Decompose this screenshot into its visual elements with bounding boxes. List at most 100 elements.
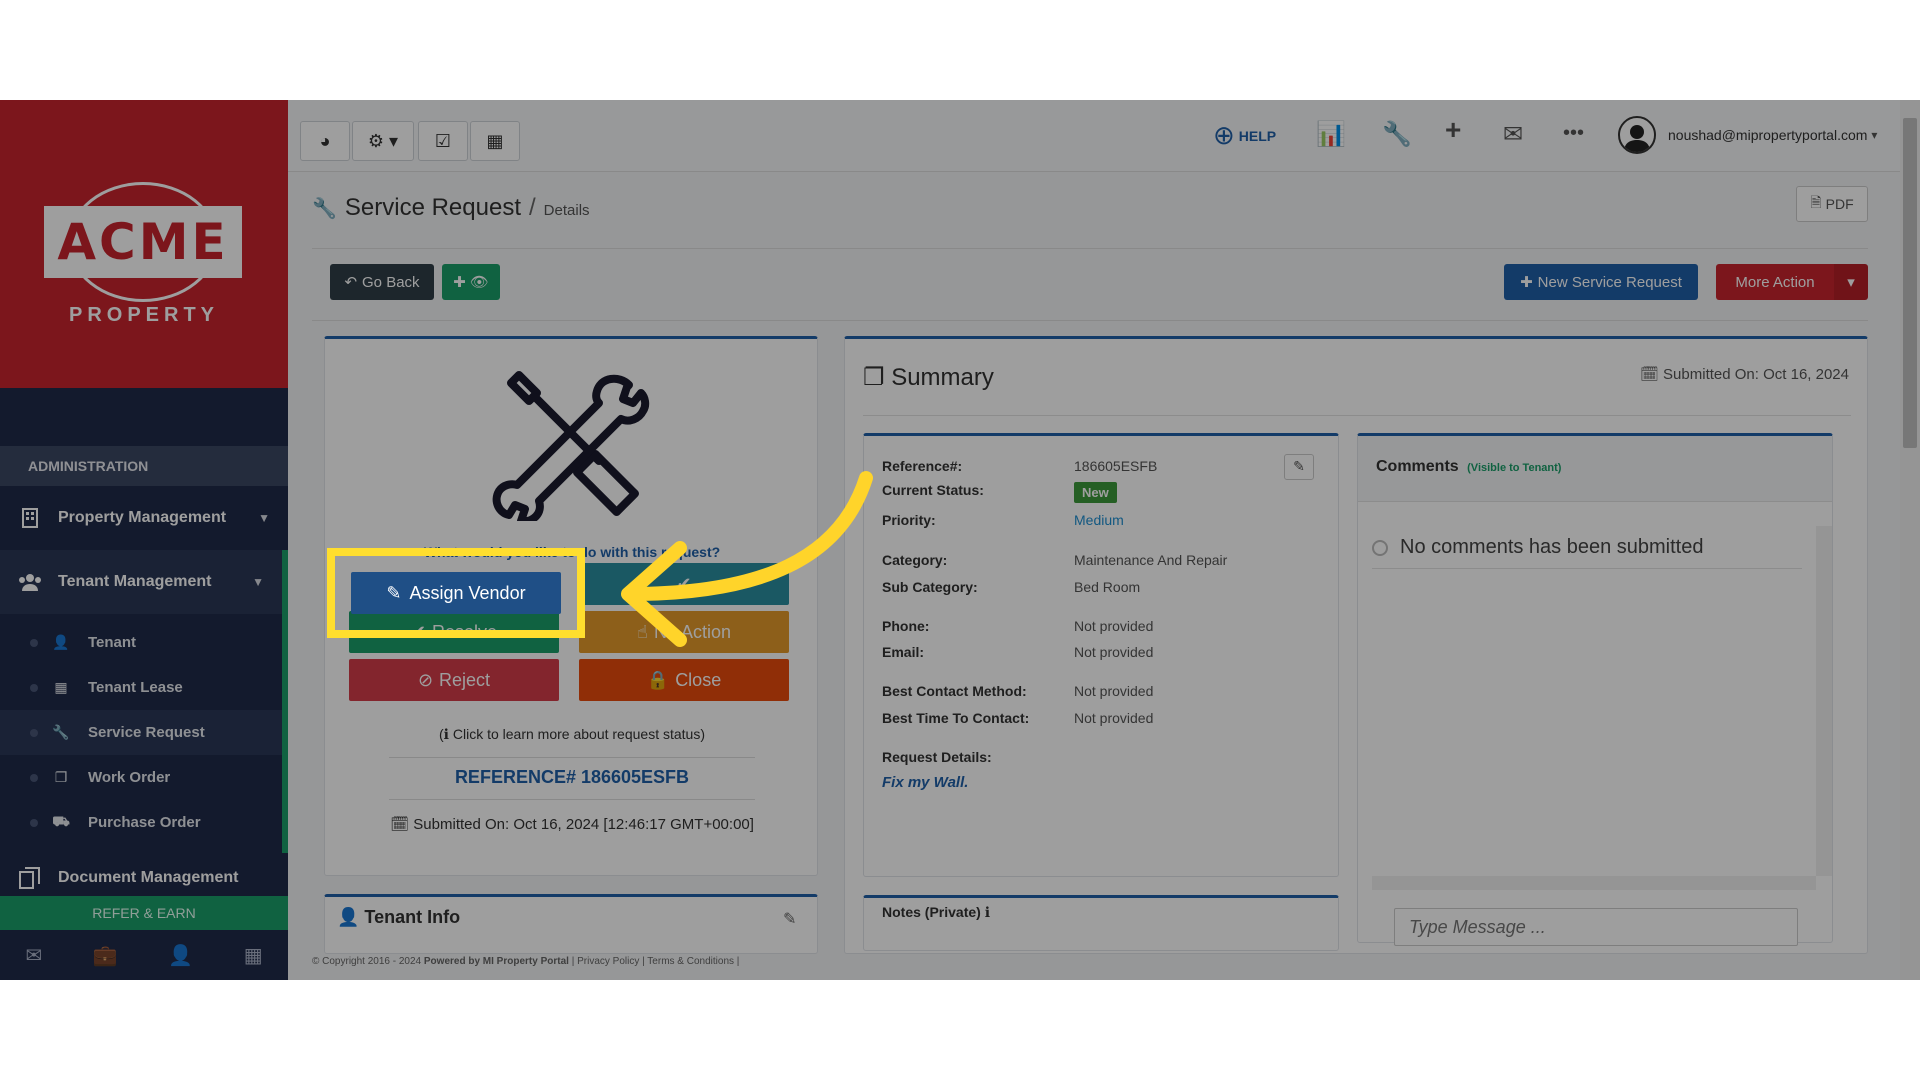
- footer-links[interactable]: | Privacy Policy | Terms & Conditions |: [572, 956, 740, 967]
- learn-more-link[interactable]: (ℹ Click to learn more about request sta…: [325, 726, 819, 743]
- notes-label: Notes (Private): [882, 904, 981, 920]
- check-icon: ✔: [676, 573, 692, 594]
- reject-label: Reject: [439, 669, 491, 690]
- copy-icon: ❐: [54, 769, 68, 785]
- comments-card: Comments (Visible to Tenant) No comments…: [1357, 433, 1833, 946]
- comment-message-input[interactable]: [1394, 908, 1798, 946]
- user-menu[interactable]: noushad@mipropertyportal.com ▾: [1618, 116, 1877, 154]
- sidebar-section-title: ADMINISTRATION: [0, 446, 288, 486]
- mail-icon[interactable]: ✉: [25, 943, 42, 968]
- pdf-button[interactable]: 🗎 PDF: [1796, 186, 1868, 222]
- request-details-text: Fix my Wall.: [882, 774, 969, 791]
- summary-label: Summary: [891, 364, 994, 391]
- comments-title: Comments (Visible to Tenant): [1376, 458, 1561, 476]
- close-label: Close: [675, 669, 722, 690]
- comments-hscrollbar[interactable]: [1372, 876, 1816, 890]
- messages-button[interactable]: ✉: [1503, 120, 1523, 149]
- refer-earn-button[interactable]: REFER & EARN: [0, 896, 288, 930]
- avatar: [1618, 116, 1656, 154]
- detail-value: Not provided: [1074, 644, 1154, 660]
- reject-button[interactable]: ⊘ Reject: [349, 659, 559, 701]
- bar-chart-icon: 📊: [1316, 121, 1346, 148]
- sidebar-item-work-order[interactable]: ❐ Work Order: [0, 755, 282, 800]
- detail-label: Reference#:: [882, 458, 963, 474]
- divider: [312, 248, 1868, 249]
- truck-icon: ⛟: [52, 813, 70, 829]
- no-action-button[interactable]: ☝ No Action: [579, 611, 789, 653]
- sidebar-item-purchase-order[interactable]: ⛟ Purchase Order: [0, 800, 282, 845]
- lock-icon: 🔒: [646, 669, 670, 690]
- detail-value: Not provided: [1074, 710, 1154, 726]
- plus-icon: ✚: [1520, 274, 1533, 291]
- reports-button[interactable]: 📊: [1316, 120, 1346, 149]
- add-watch-button[interactable]: ✚ 👁: [442, 264, 500, 300]
- user-icon: 👤: [52, 634, 70, 650]
- sidebar-item-tenant[interactable]: 👤 Tenant: [0, 620, 282, 665]
- sidebar-item-service-request[interactable]: 🔧 Service Request: [0, 710, 282, 755]
- app-frame: ACME PROPERTY ADMINISTRATION Property Ma…: [0, 100, 1920, 980]
- tools-button[interactable]: 🔧: [1382, 120, 1412, 149]
- sidebar-item-tenant-lease[interactable]: ▦ Tenant Lease: [0, 665, 282, 710]
- user-icon[interactable]: 👤: [168, 943, 193, 968]
- divider: [389, 757, 755, 758]
- help-link[interactable]: ⊕ HELP: [1213, 120, 1276, 151]
- plus-eye-icon: ✚ 👁: [453, 274, 489, 291]
- chevron-down-icon: ▼: [252, 575, 264, 589]
- go-back-button[interactable]: ↶ Go Back: [330, 264, 434, 300]
- settings-dropdown-button[interactable]: ⚙ ▾: [352, 121, 414, 161]
- building-icon: [18, 506, 42, 530]
- more-button[interactable]: •••: [1563, 122, 1584, 145]
- dashboard-button[interactable]: ◕: [300, 121, 350, 161]
- summary-panel: ❐ Summary 🗓 Submitted On: Oct 16, 2024 ✎…: [844, 336, 1868, 954]
- calendar-button[interactable]: ☑: [418, 121, 468, 161]
- edit-details-button[interactable]: ✎: [1284, 454, 1314, 480]
- assign-vendor-button[interactable]: ✎ Assign Vendor: [351, 572, 561, 614]
- logo[interactable]: ACME: [44, 206, 242, 278]
- add-button[interactable]: +: [1445, 114, 1461, 146]
- detail-label: Email:: [882, 644, 925, 660]
- tools-illustration: [492, 371, 650, 521]
- calculator-button[interactable]: ▦: [470, 121, 520, 161]
- tenant-info-title: 👤 Tenant Info: [337, 907, 460, 928]
- summary-submitted-on: 🗓 Submitted On: Oct 16, 2024: [1640, 365, 1849, 383]
- submitted-on-label: Submitted On: Oct 16, 2024 [12:46:17 GMT…: [413, 816, 754, 833]
- pdf-label: PDF: [1825, 196, 1854, 212]
- breadcrumb-separator: /: [529, 194, 536, 221]
- divider: [389, 799, 755, 800]
- powered-by-link[interactable]: Powered by MI Property Portal: [424, 956, 569, 967]
- calendar-icon: ▦: [54, 679, 68, 695]
- comments-scrollbar[interactable]: [1816, 526, 1832, 876]
- calculator-icon[interactable]: ▦: [244, 943, 263, 968]
- briefcase-icon[interactable]: 💼: [93, 943, 118, 968]
- edit-icon: ✎: [386, 582, 402, 603]
- timeline-dot: [1372, 540, 1388, 556]
- documents-icon: [18, 866, 42, 890]
- more-action-button[interactable]: More Action: [1716, 264, 1834, 300]
- submitted-on: 🗓 Submitted On: Oct 16, 2024 [12:46:17 G…: [325, 815, 819, 833]
- sidebar-item-property-management[interactable]: Property Management ▼: [0, 486, 288, 550]
- detail-value: Not provided: [1074, 618, 1154, 634]
- sidebar-item-label: Tenant Management: [58, 573, 212, 590]
- sidebar-item-tenant-management[interactable]: Tenant Management ▼: [0, 550, 288, 614]
- page-scroll-thumb[interactable]: [1903, 118, 1917, 448]
- undo-icon: ↶: [344, 274, 358, 291]
- detail-label: Best Time To Contact:: [882, 710, 1030, 726]
- info-icon[interactable]: ℹ: [985, 904, 990, 920]
- close-button[interactable]: 🔒 Close: [579, 659, 789, 701]
- detail-label: Sub Category:: [882, 579, 978, 595]
- sidebar-item-label: Service Request: [88, 724, 205, 741]
- more-action-dropdown[interactable]: ▾: [1834, 264, 1868, 300]
- priority-value: Medium: [1074, 512, 1124, 528]
- detail-label: Request Details:: [882, 749, 992, 765]
- new-service-request-button[interactable]: ✚ New Service Request: [1504, 264, 1698, 300]
- comments-empty-state: No comments has been submitted: [1400, 536, 1704, 558]
- edit-icon[interactable]: ✎: [783, 909, 796, 929]
- detail-value: Bed Room: [1074, 579, 1141, 595]
- sidebar-item-label: Tenant: [88, 634, 137, 651]
- detail-label: Current Status:: [882, 482, 984, 498]
- logo-area: ACME PROPERTY: [0, 100, 288, 388]
- detail-value: Not provided: [1074, 683, 1154, 699]
- copyright-text: © Copyright 2016 - 2024: [312, 956, 422, 967]
- chevron-down-icon: ▾: [1871, 128, 1878, 142]
- accept-button[interactable]: ✔: [579, 563, 789, 605]
